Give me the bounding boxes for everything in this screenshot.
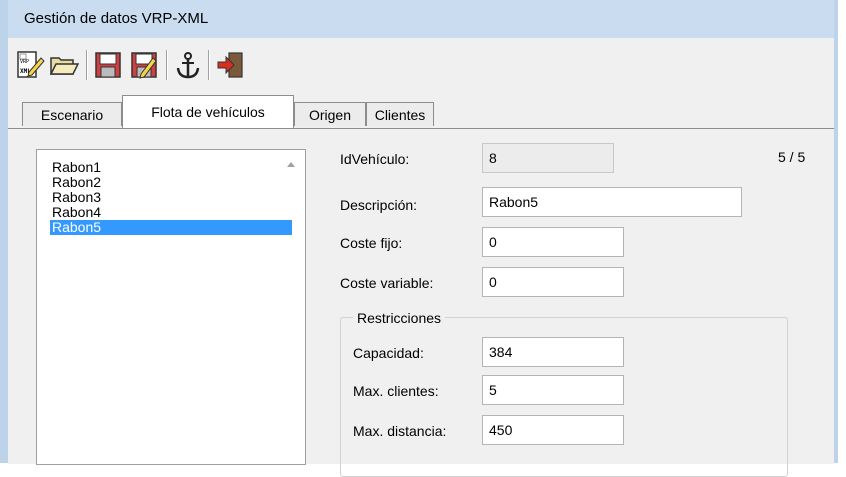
tab-label: Flota de vehículos bbox=[151, 104, 265, 120]
save-edit-icon bbox=[129, 50, 159, 83]
scroll-up-arrow-icon[interactable] bbox=[287, 162, 295, 167]
coste-variable-field[interactable]: 0 bbox=[482, 267, 624, 297]
toolbar: XML VRP bbox=[8, 38, 834, 94]
tab-panel-flota: Rabon1 Rabon2 Rabon3 Rabon4 Rabon5 IdVeh… bbox=[8, 128, 834, 477]
tab-origen[interactable]: Origen bbox=[294, 102, 366, 126]
list-item[interactable]: Rabon4 bbox=[50, 205, 292, 220]
max-clientes-field[interactable]: 5 bbox=[482, 375, 624, 405]
id-vehiculo-field: 8 bbox=[482, 143, 614, 173]
tab-label: Origen bbox=[308, 106, 352, 123]
descripcion-label: Descripción: bbox=[340, 197, 418, 213]
title-bar[interactable]: Gestión de datos VRP-XML bbox=[8, 0, 834, 38]
list-item[interactable]: Rabon2 bbox=[50, 175, 292, 190]
max-clientes-label: Max. clientes: bbox=[353, 383, 439, 399]
tab-escenario[interactable]: Escenario bbox=[22, 102, 122, 126]
id-vehiculo-label: IdVehículo: bbox=[340, 151, 410, 167]
toolbar-separator bbox=[208, 50, 210, 80]
window-border-right bbox=[834, 0, 838, 463]
open-folder-button[interactable] bbox=[48, 50, 80, 82]
max-distancia-label: Max. distancia: bbox=[353, 423, 447, 439]
tab-clientes[interactable]: Clientes bbox=[366, 102, 434, 126]
save-button[interactable] bbox=[92, 50, 124, 82]
restricciones-legend: Restricciones bbox=[353, 310, 446, 326]
coste-fijo-field[interactable]: 0 bbox=[482, 227, 624, 257]
capacidad-field[interactable]: 384 bbox=[482, 337, 624, 367]
capacidad-label: Capacidad: bbox=[353, 345, 424, 361]
coste-variable-label: Coste variable: bbox=[340, 275, 434, 291]
exit-button[interactable] bbox=[214, 50, 246, 82]
max-distancia-field[interactable]: 450 bbox=[482, 415, 624, 445]
tab-label: Clientes bbox=[374, 106, 426, 123]
xml-edit-icon: XML VRP bbox=[15, 50, 45, 83]
window-title: Gestión de datos VRP-XML bbox=[24, 10, 209, 27]
tab-flota-de-vehiculos[interactable]: Flota de vehículos bbox=[122, 95, 294, 128]
window-border-left bbox=[0, 0, 8, 463]
tab-label: Escenario bbox=[40, 106, 104, 123]
toolbar-separator bbox=[166, 50, 168, 80]
record-counter: 5 / 5 bbox=[778, 149, 806, 165]
list-item[interactable]: Rabon1 bbox=[50, 160, 292, 175]
toolbar-separator bbox=[86, 50, 88, 80]
descripcion-field[interactable]: Rabon5 bbox=[482, 187, 742, 217]
list-item-selected[interactable]: Rabon5 bbox=[50, 220, 292, 235]
anchor-icon bbox=[173, 50, 203, 83]
xml-edit-button[interactable]: XML VRP bbox=[14, 50, 46, 82]
folder-open-icon bbox=[49, 50, 80, 83]
vehicle-listbox[interactable]: Rabon1 Rabon2 Rabon3 Rabon4 Rabon5 bbox=[36, 149, 306, 465]
anchor-button[interactable] bbox=[172, 50, 204, 82]
save-icon bbox=[93, 50, 123, 83]
svg-text:VRP: VRP bbox=[20, 59, 29, 65]
exit-icon bbox=[215, 50, 245, 83]
tab-strip: Escenario Flota de vehículos Origen Clie… bbox=[8, 94, 834, 128]
coste-fijo-label: Coste fijo: bbox=[340, 235, 403, 251]
save-as-button[interactable] bbox=[128, 50, 160, 82]
list-item[interactable]: Rabon3 bbox=[50, 190, 292, 205]
app-window: Gestión de datos VRP-XML XML VRP Escenar… bbox=[0, 0, 838, 477]
